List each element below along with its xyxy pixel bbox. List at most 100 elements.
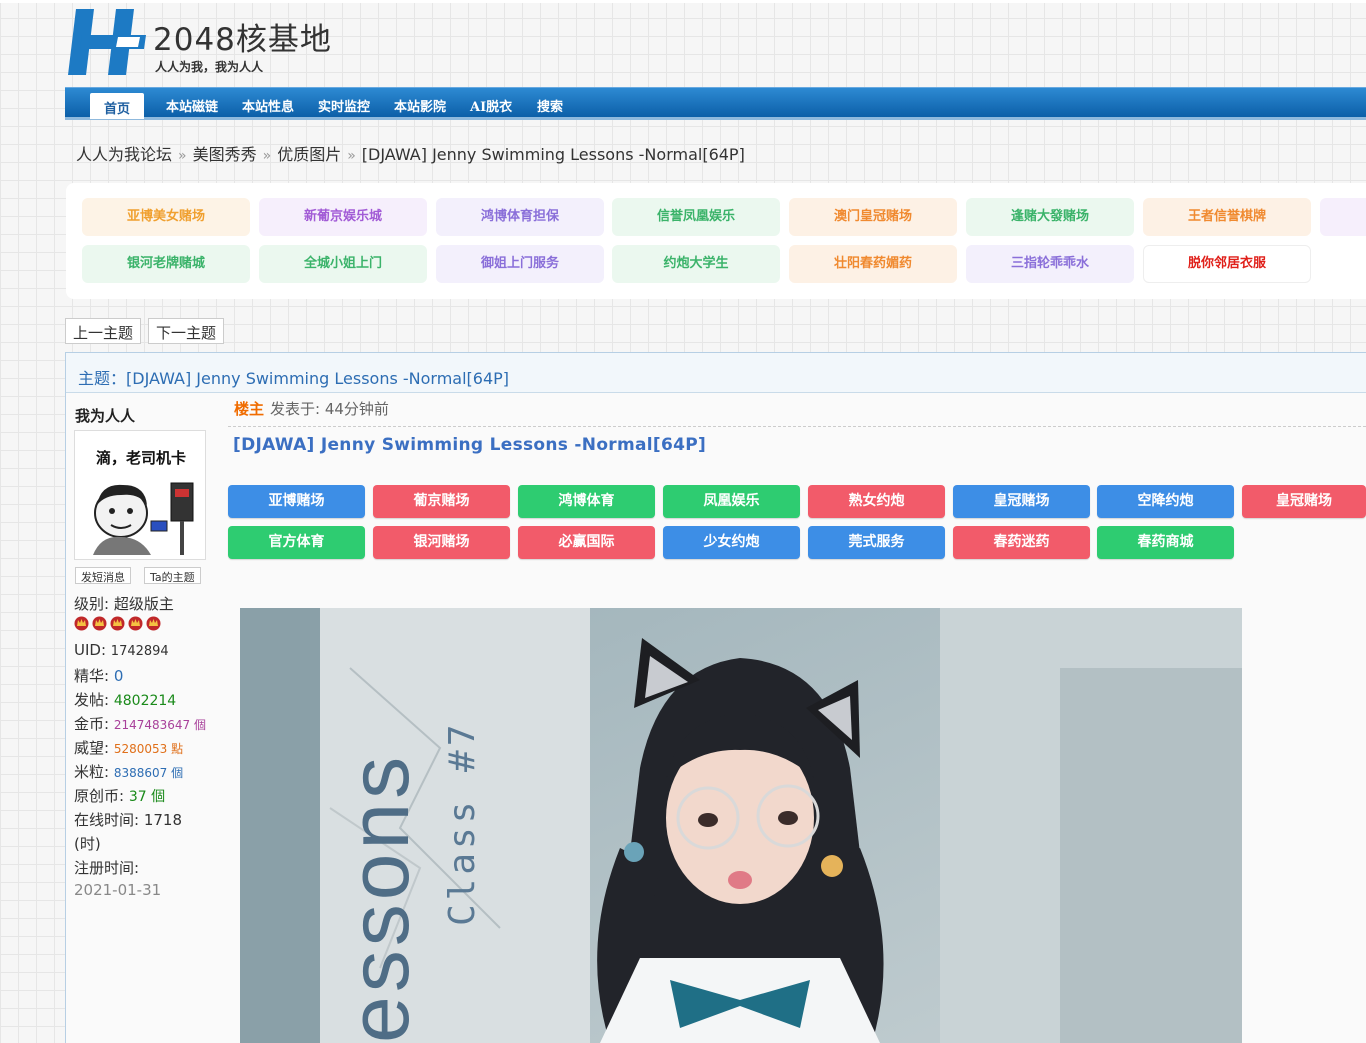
uid-value: 1742894 [110,644,169,659]
original-value: 37 個 [128,789,166,805]
main-nav: 首页 本站磁链 本站性息 实时监控 本站影院 AI脱衣 搜索 [65,87,1366,120]
rank-crowns [74,616,164,632]
post-meta: 楼主 发表于: 44分钟前 [234,398,389,419]
level-value: 超级版主 [113,595,174,613]
avatar[interactable]: 滴，老司机卡 [74,430,206,560]
post-time: 发表于: 44分钟前 [270,400,389,418]
post-ad-button[interactable]: 鸿博体育 [518,485,655,518]
topic-header: 主题：[DJAWA] Jenny Swimming Lessons -Norma… [66,353,1366,393]
post-ad-button[interactable]: 熟女约炮 [808,485,945,518]
online-value: 1718 [143,811,183,829]
top-ad-link[interactable]: 银河老牌赌城 [82,245,250,283]
floor-label: 楼主 [234,400,265,418]
nav-cinema[interactable]: 本站影院 [394,96,446,115]
posts-value: 4802214 [113,693,177,709]
original-label: 原创币: [74,787,125,805]
breadcrumb-subsection[interactable]: 优质图片 [277,145,341,164]
post-ad-button[interactable]: 皇冠赌场 [953,485,1090,518]
top-ad-link[interactable]: 王者信誉棋牌 [1143,198,1311,236]
nav-home[interactable]: 首页 [90,93,145,119]
top-ad-link[interactable]: 全城小姐上门 [259,245,427,283]
top-ad-link[interactable]: 亚博美女赌场 [82,198,250,236]
avatar-cartoon-icon [93,482,194,555]
top-ad-link[interactable]: 信誉凤凰娱乐 [612,198,780,236]
send-message-button[interactable]: 发短消息 [75,567,131,584]
topic-title: 主题：[DJAWA] Jenny Swimming Lessons -Norma… [78,369,510,388]
breadcrumb: 人人为我论坛 » 美图秀秀 » 优质图片 » [DJAWA] Jenny Swimming … [76,141,745,165]
top-ad-link[interactable]: 脱你邻居衣服 [1143,245,1311,283]
posts-label: 发帖: [74,691,110,709]
top-ad-link[interactable]: 澳门皇冠赌场 [789,198,957,236]
author-name[interactable]: 我为人人 [75,405,135,426]
next-topic-button[interactable]: 下一主题 [148,318,225,344]
crown-icon [146,616,161,631]
nav-info[interactable]: 本站性息 [242,96,294,115]
post-ad-button[interactable]: 亚博赌场 [228,485,365,518]
post-ad-button[interactable]: 春药商城 [1097,526,1234,559]
top-ad-link[interactable]: 御姐上门服务 [436,245,604,283]
stat-prestige: 威望: 5280053 點 [74,737,183,758]
breadcrumb-current: [DJAWA] Jenny Swimming Lessons -Normal[6… [361,145,745,164]
image-text-lessons: essons [332,753,426,1043]
prev-topic-button[interactable]: 上一主题 [65,318,142,344]
post-ad-button[interactable]: 莞式服务 [808,526,945,559]
post-ad-button[interactable]: 空降约炮 [1097,485,1234,518]
stat-posts: 发帖: 4802214 [74,689,176,710]
post-ad-button[interactable]: 官方体育 [228,526,365,559]
prestige-label: 威望: [74,739,110,757]
stat-rice: 米粒: 8388607 個 [74,761,183,782]
post-ad-button[interactable]: 葡京赌场 [373,485,510,518]
post-image[interactable]: essons Class #7 [240,608,1242,1043]
breadcrumb-section[interactable]: 美图秀秀 [193,145,257,164]
top-ad-link[interactable]: 开 [1320,198,1366,236]
breadcrumb-forum[interactable]: 人人为我论坛 [76,145,172,164]
post-ad-button[interactable]: 皇冠赌场 [1242,485,1366,518]
top-ad-link[interactable]: 三指轮乖乖水 [966,245,1134,283]
stat-level: 级别: 超级版主 [74,593,174,614]
ad-banner-card: 亚博美女赌场 新葡京娱乐城 鸿博体育担保 信誉凤凰娱乐 澳门皇冠赌场 逢赌大發赌场 王者信誉… [66,183,1366,299]
crown-icon [74,616,89,631]
crown-icon [92,616,107,631]
stat-gold: 金币: 2147483647 個 [74,713,206,734]
stat-registered-value: 2021-01-31 [74,881,162,899]
post-ad-button[interactable]: 凤凰娱乐 [663,485,800,518]
post-ad-button[interactable]: 少女约炮 [663,526,800,559]
avatar-caption: 滴，老司机卡 [95,449,186,467]
essence-label: 精华: [74,667,110,685]
top-ad-link[interactable]: 逢赌大發赌场 [966,198,1134,236]
post-ad-button[interactable]: 必赢国际 [518,526,655,559]
top-border [0,0,1366,3]
prestige-value: 5280053 點 [113,742,184,756]
top-ad-link[interactable]: 约炮大学生 [612,245,780,283]
breadcrumb-separator: » [178,148,187,164]
stat-online: 在线时间: 1718 [74,809,182,830]
nav-search[interactable]: 搜索 [537,96,563,115]
gold-value: 2147483647 個 [113,718,207,732]
top-ad-link[interactable]: 鸿博体育担保 [436,198,604,236]
crown-icon [128,616,143,631]
rice-value: 8388607 個 [113,766,184,780]
stat-registered-label: 注册时间: [74,859,140,877]
stat-online-unit: (时) [74,835,101,853]
uid-label: UID: [74,641,107,659]
stat-original: 原创币: 37 個 [74,785,165,806]
nav-ai[interactable]: AI脱衣 [470,96,512,115]
post-photo: essons Class #7 [240,608,1242,1043]
top-ad-link[interactable]: 新葡京娱乐城 [259,198,427,236]
post-ad-button[interactable]: 银河赌场 [373,526,510,559]
level-label: 级别: [74,595,110,613]
site-title: 2048核基地 [153,22,332,58]
gold-label: 金币: [74,715,110,733]
crown-icon [110,616,125,631]
their-topics-button[interactable]: Ta的主题 [144,567,201,584]
post-title[interactable]: [DJAWA] Jenny Swimming Lessons -Normal[6… [233,435,706,455]
site-logo-icon[interactable] [68,9,146,75]
online-label: 在线时间: [74,811,140,829]
nav-monitor[interactable]: 实时监控 [318,96,370,115]
rice-label: 米粒: [74,763,110,781]
post-ad-button[interactable]: 春药迷药 [953,526,1090,559]
stat-essence: 精华: 0 [74,665,123,686]
essence-value: 0 [113,667,124,685]
top-ad-link[interactable]: 壮阳春药媚药 [789,245,957,283]
nav-magnets[interactable]: 本站磁链 [166,96,218,115]
